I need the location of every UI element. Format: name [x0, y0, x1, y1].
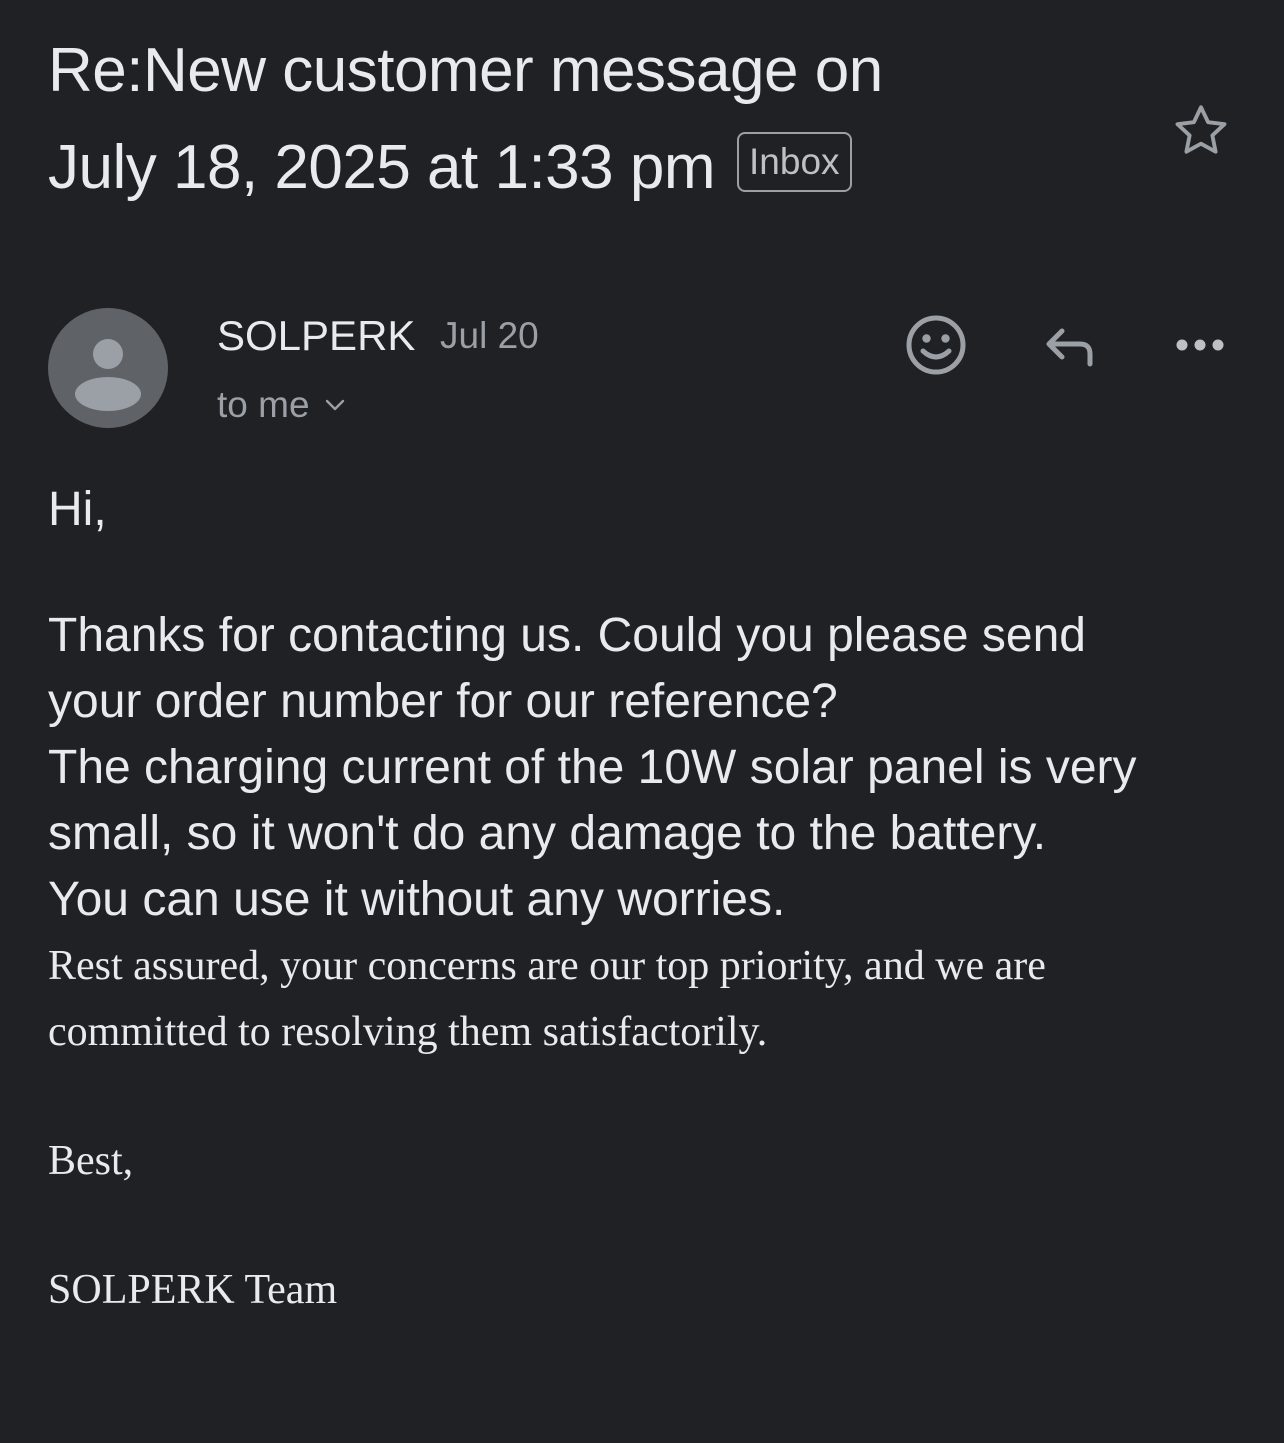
chevron-down-icon [324, 398, 346, 412]
body-line: your order number for our reference? [48, 675, 838, 728]
recipient-toggle[interactable]: to me [217, 380, 346, 430]
body-signature: SOLPERK Team [48, 1267, 338, 1313]
recipient-text: to me [217, 384, 310, 425]
more-options-button[interactable] [1160, 305, 1240, 385]
reply-icon [1046, 328, 1093, 367]
subject-line-2-text: July 18, 2025 at 1:33 pm [48, 133, 716, 202]
more-horizontal-icon [1176, 339, 1224, 351]
body-line-serif: committed to resolving them satisfactori… [48, 1009, 768, 1055]
subject-line-2: July 18, 2025 at 1:33 pm Inbox [48, 119, 1128, 216]
subject-line-1: Re:New customer message on [48, 36, 883, 105]
body-line-serif: Rest assured, your concerns are our top … [48, 943, 1046, 989]
sender-name[interactable]: SOLPERK [217, 310, 415, 362]
inbox-label-badge[interactable]: Inbox [737, 132, 852, 192]
email-subject: Re:New customer message on July 18, 2025… [48, 22, 1128, 216]
body-line: small, so it won't do any damage to the … [48, 807, 1047, 860]
reply-button[interactable] [1028, 305, 1108, 385]
body-closing: Best, [48, 1138, 134, 1184]
body-greeting: Hi, [48, 483, 107, 536]
body-line: The charging current of the 10W solar pa… [48, 741, 1137, 794]
emoji-reaction-icon [906, 315, 966, 375]
body-line: You can use it without any worries. [48, 873, 786, 926]
star-outline-icon [1175, 105, 1227, 154]
body-line: Thanks for contacting us. Could you plea… [48, 609, 1086, 662]
add-reaction-button[interactable] [896, 305, 976, 385]
person-icon [75, 339, 141, 411]
sender-avatar[interactable] [48, 308, 168, 428]
email-date: Jul 20 [440, 315, 539, 356]
star-button[interactable] [1166, 96, 1236, 166]
